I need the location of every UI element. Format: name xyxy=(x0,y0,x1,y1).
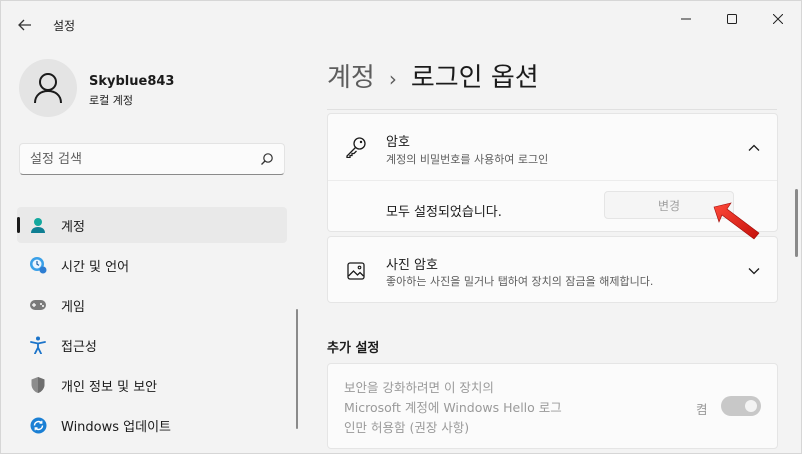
main-scrollbar[interactable] xyxy=(795,189,798,257)
maximize-icon xyxy=(727,14,737,24)
account-type: 로컬 계정 xyxy=(89,94,133,107)
update-icon xyxy=(29,416,47,434)
toggle-knob xyxy=(745,400,757,412)
windows-hello-card: 보안을 강화하려면 이 장치의 Microsoft 계정에 Windows He… xyxy=(327,363,778,449)
maximize-button[interactable] xyxy=(709,5,755,33)
description-line: 보안을 강화하려면 이 장치의 xyxy=(344,380,494,395)
back-button[interactable] xyxy=(11,11,39,39)
chevron-up-icon[interactable] xyxy=(747,141,761,155)
image-icon xyxy=(344,259,368,283)
windows-hello-description: 보안을 강화하려면 이 장치의 Microsoft 계정에 Windows He… xyxy=(344,378,562,438)
active-indicator xyxy=(17,217,20,233)
sidebar-item-accessibility[interactable]: 접근성 xyxy=(17,327,287,363)
user-name: Skyblue843 xyxy=(89,74,175,89)
close-button[interactable] xyxy=(755,5,801,33)
password-title: 암호 xyxy=(386,135,410,150)
minimize-button[interactable] xyxy=(663,5,709,33)
close-icon xyxy=(773,14,783,24)
accessibility-icon xyxy=(29,336,47,354)
toggle-label: 켬 xyxy=(696,402,708,417)
chevron-down-icon[interactable] xyxy=(747,264,761,278)
avatar[interactable] xyxy=(19,59,77,117)
sidebar-item-label: 계정 xyxy=(61,219,85,235)
sidebar-item-gaming[interactable]: 게임 xyxy=(17,287,287,323)
description-line: 인만 허용함 (권장 사항) xyxy=(344,420,470,435)
breadcrumb-separator: › xyxy=(388,67,397,91)
search-input[interactable] xyxy=(30,144,250,174)
sidebar-item-label: Windows 업데이트 xyxy=(61,419,172,435)
page-title: 로그인 옵션 xyxy=(410,63,539,93)
sidebar-item-windows-update[interactable]: Windows 업데이트 xyxy=(17,407,287,443)
minimize-icon xyxy=(681,18,691,20)
sidebar-nav: 계정 시간 및 언어 게임 접근성 개인 정보 및 보안 Windows 업데이… xyxy=(17,207,287,447)
sidebar-item-label: 접근성 xyxy=(61,339,97,355)
annotation-arrow-icon xyxy=(713,202,760,240)
password-subtitle: 계정의 비밀번호를 사용하여 로그인 xyxy=(386,153,549,166)
picture-password-subtitle: 좋아하는 사진을 밀거나 탭하여 장치의 잠금을 해제합니다. xyxy=(386,275,654,288)
sidebar-item-label: 게임 xyxy=(61,299,85,315)
picture-password-title: 사진 암호 xyxy=(386,258,438,273)
account-icon xyxy=(29,216,47,234)
shield-icon xyxy=(29,376,47,394)
breadcrumb-parent[interactable]: 계정 xyxy=(327,57,375,94)
sidebar-item-label: 개인 정보 및 보안 xyxy=(61,379,158,395)
windows-hello-toggle[interactable] xyxy=(721,396,761,416)
sidebar-item-privacy-security[interactable]: 개인 정보 및 보안 xyxy=(17,367,287,403)
sidebar-item-accounts[interactable]: 계정 xyxy=(17,207,287,243)
app-title: 설정 xyxy=(53,19,76,33)
divider xyxy=(327,109,777,110)
gaming-icon xyxy=(29,296,47,314)
description-line: Microsoft 계정에 Windows Hello 로그 xyxy=(344,400,562,415)
section-title: 추가 설정 xyxy=(327,341,380,356)
sidebar-scrollbar[interactable] xyxy=(296,309,298,429)
sidebar-item-time-language[interactable]: 시간 및 언어 xyxy=(17,247,287,283)
user-icon xyxy=(34,73,62,104)
search-box[interactable] xyxy=(19,143,285,175)
title-bar: 설정 xyxy=(1,1,801,45)
time-language-icon xyxy=(29,256,47,274)
password-status: 모두 설정되었습니다. xyxy=(386,205,502,220)
settings-window: 설정 Skyblue843 로컬 계정 계 xyxy=(0,0,802,454)
key-icon xyxy=(344,135,368,159)
search-icon[interactable] xyxy=(260,152,274,166)
password-header-row[interactable]: 암호 계정의 비밀번호를 사용하여 로그인 xyxy=(328,114,777,181)
sidebar-item-label: 시간 및 언어 xyxy=(61,259,130,275)
picture-password-card[interactable]: 사진 암호 좋아하는 사진을 밀거나 탭하여 장치의 잠금을 해제합니다. xyxy=(327,236,778,303)
back-arrow-icon xyxy=(18,19,31,31)
breadcrumb: 계정 › 로그인 옵션 xyxy=(327,57,539,94)
